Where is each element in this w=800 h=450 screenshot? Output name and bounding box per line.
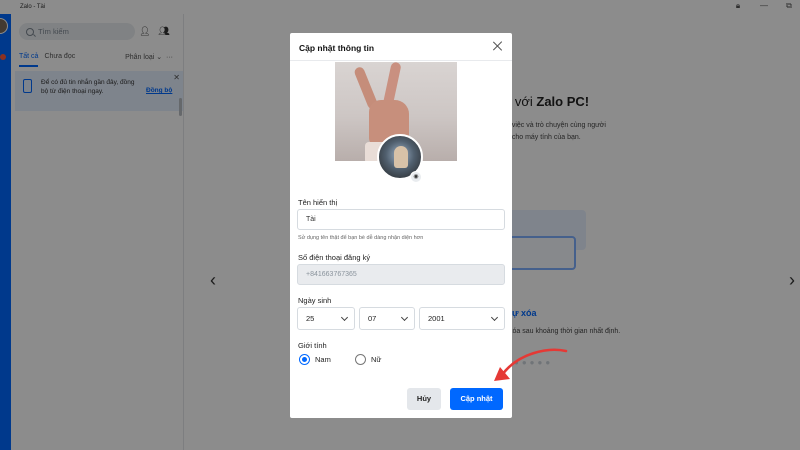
update-button[interactable]: Cập nhật [450,388,503,410]
phone-field: +841663767365 [297,264,505,285]
dob-month-select[interactable]: 07 [359,307,415,330]
gender-option-male[interactable]: Nam [299,354,331,365]
dob-year-select[interactable]: 2001 [419,307,505,330]
phone-label: Số điện thoại đăng ký [298,253,371,262]
dob-month-value: 07 [368,314,377,323]
radio-female[interactable] [355,354,366,365]
dialog-title: Cập nhật thông tin [299,43,375,53]
display-name-input[interactable]: Tài [297,209,505,230]
chevron-down-icon [340,313,349,322]
camera-icon[interactable]: ◉ [410,171,422,183]
dob-day-value: 25 [306,314,315,323]
dialog-header: Cập nhật thông tin [290,33,512,61]
gender-option-female[interactable]: Nữ [355,354,381,365]
gender-male-label: Nam [315,355,331,364]
chevron-down-icon [490,313,499,322]
display-name-label: Tên hiển thị [298,198,338,207]
update-info-dialog: Cập nhật thông tin ◉ Tên hiển thị Tài Sử… [290,33,512,418]
close-icon[interactable] [492,40,504,52]
gender-female-label: Nữ [371,355,382,364]
annotation-arrow [494,348,568,381]
dob-day-select[interactable]: 25 [297,307,355,330]
display-name-hint: Sử dụng tên thật để bạn bè dễ dàng nhận … [298,235,424,241]
radio-male[interactable] [299,354,310,365]
cancel-button[interactable]: Hủy [407,388,441,410]
dob-label: Ngày sinh [298,296,332,305]
gender-label: Giới tính [298,341,327,350]
avatar-person [394,146,408,168]
dob-year-value: 2001 [428,314,445,323]
chevron-down-icon [400,313,409,322]
